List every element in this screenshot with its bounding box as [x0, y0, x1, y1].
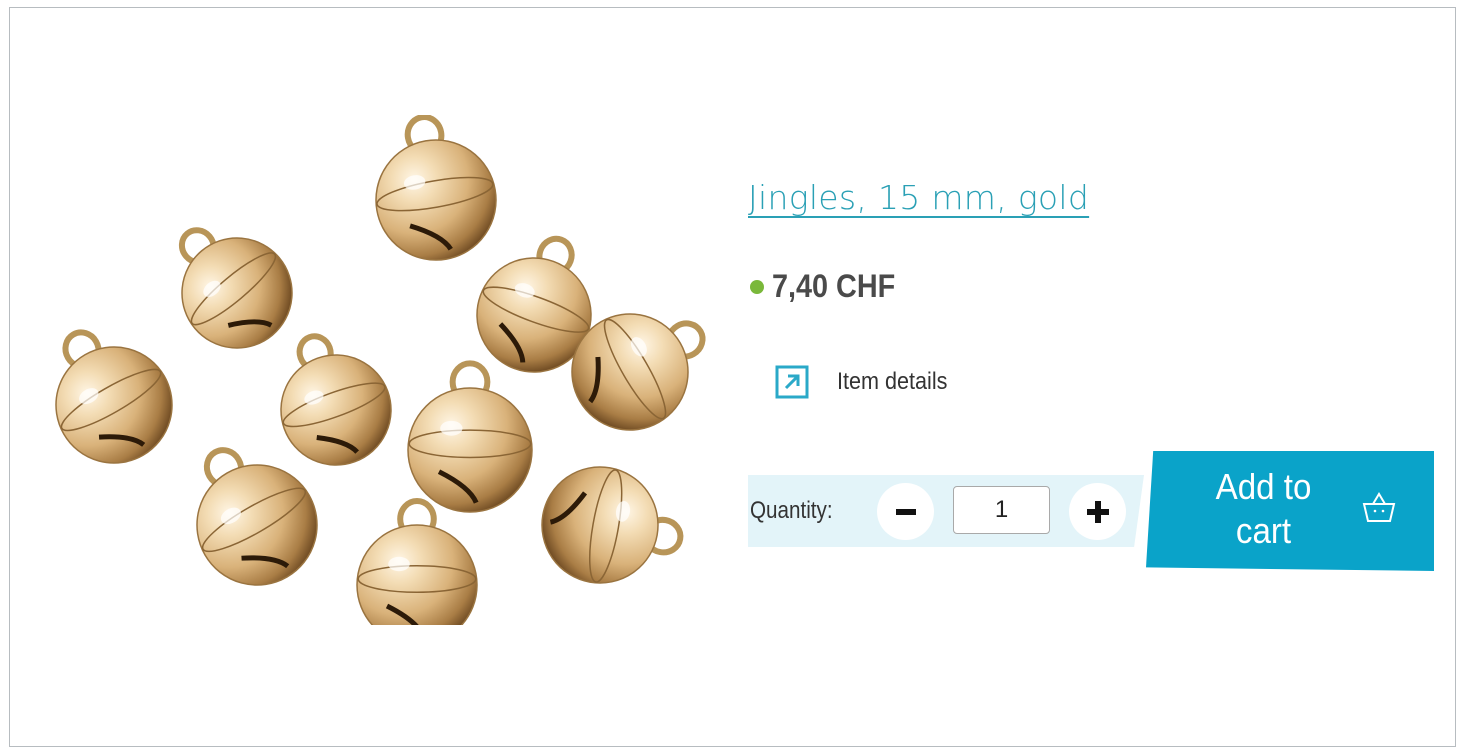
- minus-icon: [895, 508, 916, 515]
- add-to-cart-label: Add to cart: [1215, 466, 1312, 551]
- product-price: 7,40 CHF: [772, 268, 896, 304]
- quantity-label: Quantity:: [750, 497, 833, 524]
- item-details-link[interactable]: Item details: [775, 365, 960, 399]
- price-row: 7,40 CHF: [750, 268, 909, 305]
- add-to-cart-button[interactable]: Add to cart: [1146, 451, 1434, 571]
- quantity-decrease-button[interactable]: [877, 483, 934, 540]
- external-link-icon: [775, 365, 809, 399]
- basket-icon: [1362, 492, 1396, 522]
- quantity-increase-button[interactable]: [1069, 483, 1126, 540]
- product-title-link[interactable]: Jingles, 15 mm, gold: [748, 178, 1089, 217]
- product-image[interactable]: [22, 115, 722, 625]
- plus-icon: [1086, 500, 1109, 523]
- item-details-label: Item details: [837, 368, 948, 395]
- stock-status-dot: [750, 279, 764, 294]
- quantity-input[interactable]: [953, 486, 1050, 534]
